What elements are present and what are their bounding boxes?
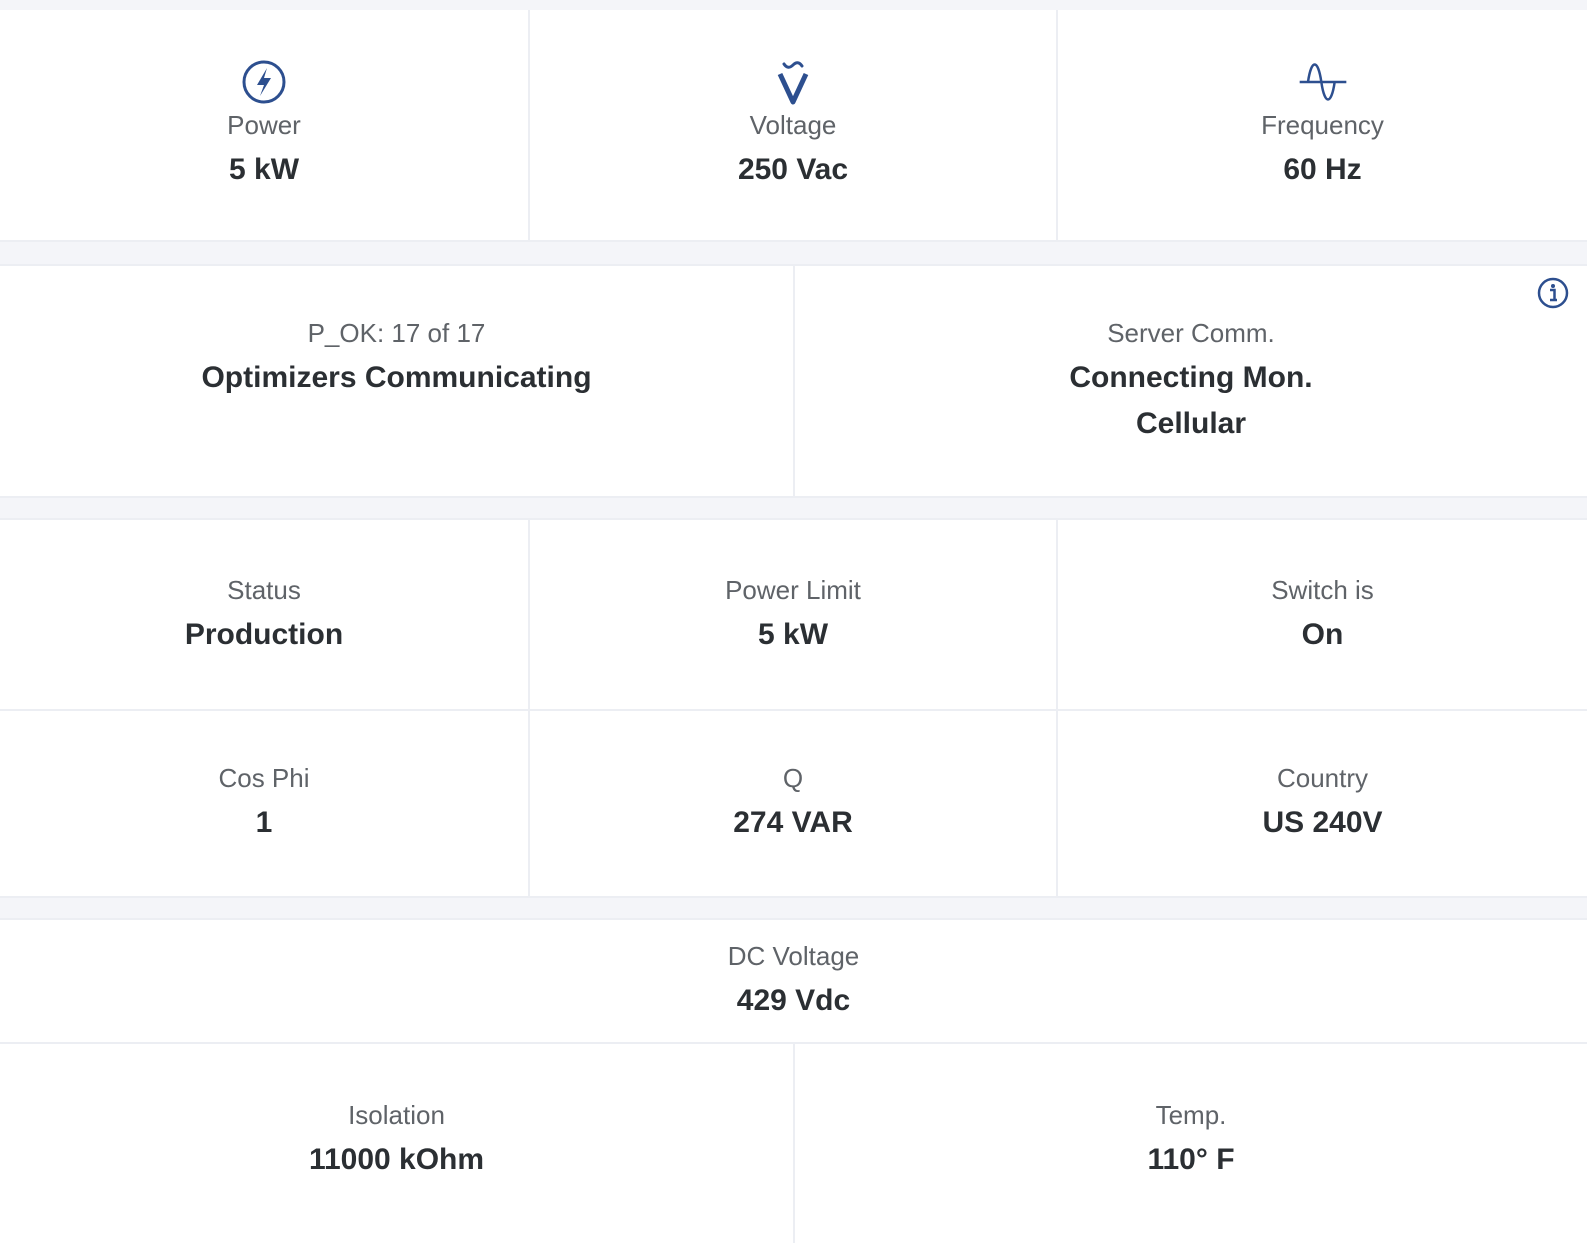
temp-value: 110° F — [1147, 1143, 1235, 1176]
power-limit-value: 5 kW — [757, 617, 829, 651]
temp-label: Temp. — [1155, 1100, 1227, 1130]
dc-voltage-cell: DC Voltage 429 Vdc — [0, 920, 1587, 1042]
country-cell: Country US 240V — [1058, 709, 1587, 896]
server-comm-label: Server Comm. — [1107, 318, 1275, 348]
q-label: Q — [782, 762, 804, 793]
voltage-label: Voltage — [749, 110, 837, 140]
cos-phi-label: Cos Phi — [218, 762, 310, 793]
switch-cell: Switch is On — [1058, 520, 1587, 709]
server-comm-value: Connecting Mon. — [1069, 361, 1313, 394]
inverter-status-page: Power 5 kW Voltage 250 Vac Frequency 60 … — [0, 0, 1587, 1243]
dc-measurements-section: DC Voltage 429 Vdc Isolation 11000 kOhm … — [0, 918, 1587, 1243]
q-value: 274 VAR — [733, 805, 853, 839]
ac-measurements-section: Power 5 kW Voltage 250 Vac Frequency 60 … — [0, 10, 1587, 242]
communication-section: P_OK: 17 of 17 Optimizers Communicating … — [0, 264, 1587, 498]
cos-phi-cell: Cos Phi 1 — [0, 709, 530, 896]
optimizers-value: Optimizers Communicating — [201, 361, 592, 394]
power-limit-cell: Power Limit 5 kW — [530, 520, 1058, 709]
voltage-value: 250 Vac — [737, 153, 849, 186]
status-section: Status Production Power Limit 5 kW Switc… — [0, 518, 1587, 898]
power-value: 5 kW — [228, 153, 300, 186]
power-label: Power — [227, 110, 301, 140]
switch-label: Switch is — [1271, 574, 1374, 605]
dc-voltage-value: 429 Vdc — [736, 984, 851, 1017]
server-comm-type: Cellular — [1135, 407, 1247, 440]
info-icon[interactable] — [1536, 276, 1570, 310]
optimizers-label: P_OK: 17 of 17 — [307, 318, 486, 348]
lightning-icon — [242, 60, 286, 104]
status-value: Production — [184, 617, 344, 651]
ac-voltage-icon — [777, 61, 809, 105]
optimizers-cell: P_OK: 17 of 17 Optimizers Communicating — [0, 266, 795, 496]
status-cell: Status Production — [0, 520, 530, 709]
isolation-value: 11000 kOhm — [308, 1143, 485, 1176]
q-cell: Q 274 VAR — [530, 709, 1058, 896]
country-value: US 240V — [1262, 805, 1383, 839]
isolation-cell: Isolation 11000 kOhm — [0, 1042, 795, 1243]
country-label: Country — [1276, 762, 1369, 793]
power-cell: Power 5 kW — [0, 10, 530, 240]
sine-wave-icon — [1299, 63, 1346, 101]
server-comm-cell: Server Comm. Connecting Mon. Cellular — [795, 266, 1587, 496]
frequency-label: Frequency — [1261, 110, 1384, 140]
switch-value: On — [1301, 617, 1344, 651]
frequency-value: 60 Hz — [1283, 153, 1362, 186]
temp-cell: Temp. 110° F — [795, 1042, 1587, 1243]
power-limit-label: Power Limit — [725, 574, 861, 605]
voltage-cell: Voltage 250 Vac — [530, 10, 1058, 240]
dc-voltage-label: DC Voltage — [727, 941, 860, 971]
cos-phi-value: 1 — [255, 805, 273, 839]
isolation-label: Isolation — [348, 1100, 445, 1130]
status-label: Status — [227, 574, 301, 605]
frequency-cell: Frequency 60 Hz — [1058, 10, 1587, 240]
